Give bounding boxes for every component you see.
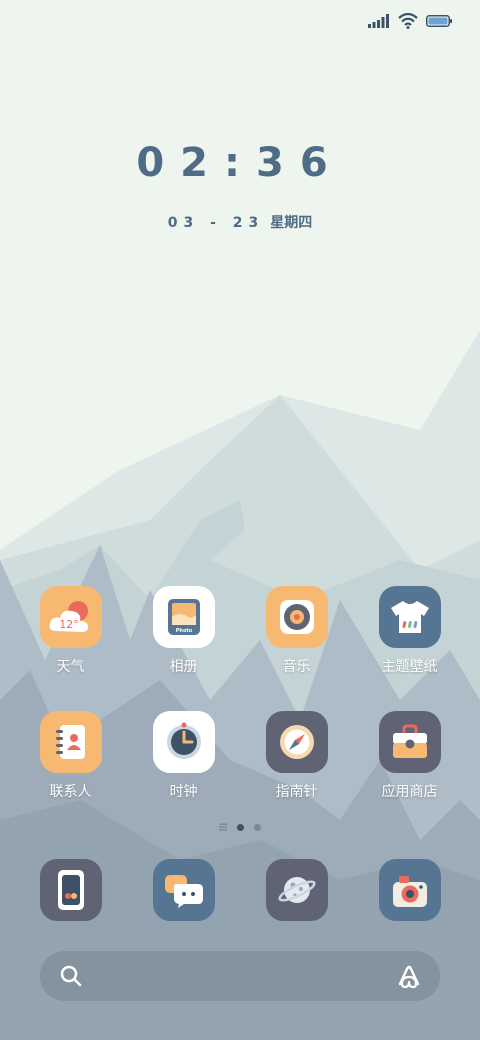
dock-messages[interactable] — [127, 859, 240, 921]
photos-icon-text: Photo — [175, 628, 192, 634]
dock-camera[interactable] — [353, 859, 466, 921]
page-dot[interactable] — [254, 823, 261, 831]
date-text: 03 - 23 — [167, 215, 265, 231]
dock-browser[interactable] — [240, 859, 353, 921]
app-photos[interactable]: Photo 相册 — [127, 586, 240, 676]
weekday-text: 星期四 — [270, 215, 313, 231]
signal-icon — [368, 14, 389, 28]
menu-lines-icon — [219, 823, 227, 831]
app-grid-row-2: 联系人 时钟 指南针 应用商店 — [14, 711, 466, 801]
dock — [14, 859, 466, 921]
status-bar — [368, 10, 452, 32]
app-label-themes: 主题壁纸 — [381, 659, 438, 675]
app-compass[interactable]: 指南针 — [240, 711, 353, 801]
search-icon — [60, 965, 82, 987]
app-contacts[interactable]: 联系人 — [14, 711, 127, 801]
photos-icon[interactable]: Photo — [152, 586, 215, 648]
tshirt-icon[interactable] — [378, 586, 441, 648]
music-icon[interactable] — [265, 586, 328, 648]
app-clock[interactable]: 时钟 — [127, 711, 240, 801]
app-label-compass: 指南针 — [275, 784, 318, 800]
weather-icon[interactable]: 12° — [39, 586, 102, 648]
assistant-icon[interactable] — [396, 963, 422, 989]
app-weather[interactable]: 12° 天气 — [14, 586, 127, 676]
clock-time: 02:36 — [136, 140, 344, 186]
planet-icon[interactable] — [265, 859, 328, 921]
contacts-icon[interactable] — [39, 711, 102, 773]
app-music[interactable]: 音乐 — [240, 586, 353, 676]
app-label-contacts: 联系人 — [49, 784, 92, 800]
page-dot-active[interactable] — [237, 823, 244, 831]
app-label-clock: 时钟 — [169, 784, 198, 800]
clock-icon[interactable] — [152, 711, 215, 773]
app-themes[interactable]: 主题壁纸 — [353, 586, 466, 676]
wifi-icon — [398, 13, 418, 29]
app-grid-row-1: 12° 天气 Photo 相册 音乐 主题壁纸 — [14, 586, 466, 676]
app-label-store: 应用商店 — [381, 784, 438, 800]
app-label-weather: 天气 — [56, 659, 85, 675]
app-label-music: 音乐 — [282, 659, 311, 675]
app-label-photos: 相册 — [169, 659, 198, 675]
camera-icon[interactable] — [378, 859, 441, 921]
dock-phone[interactable] — [14, 859, 127, 921]
compass-icon[interactable] — [265, 711, 328, 773]
search-bar[interactable] — [40, 951, 440, 1001]
clock-date: 03 - 23 星期四 — [0, 212, 480, 232]
battery-icon — [426, 15, 452, 27]
chat-bubbles-icon[interactable] — [152, 859, 215, 921]
phone-icon[interactable] — [39, 859, 102, 921]
weather-temp: 12° — [59, 618, 79, 631]
app-store[interactable]: 应用商店 — [353, 711, 466, 801]
shopping-bag-icon[interactable] — [378, 711, 441, 773]
page-indicator[interactable] — [0, 823, 480, 831]
